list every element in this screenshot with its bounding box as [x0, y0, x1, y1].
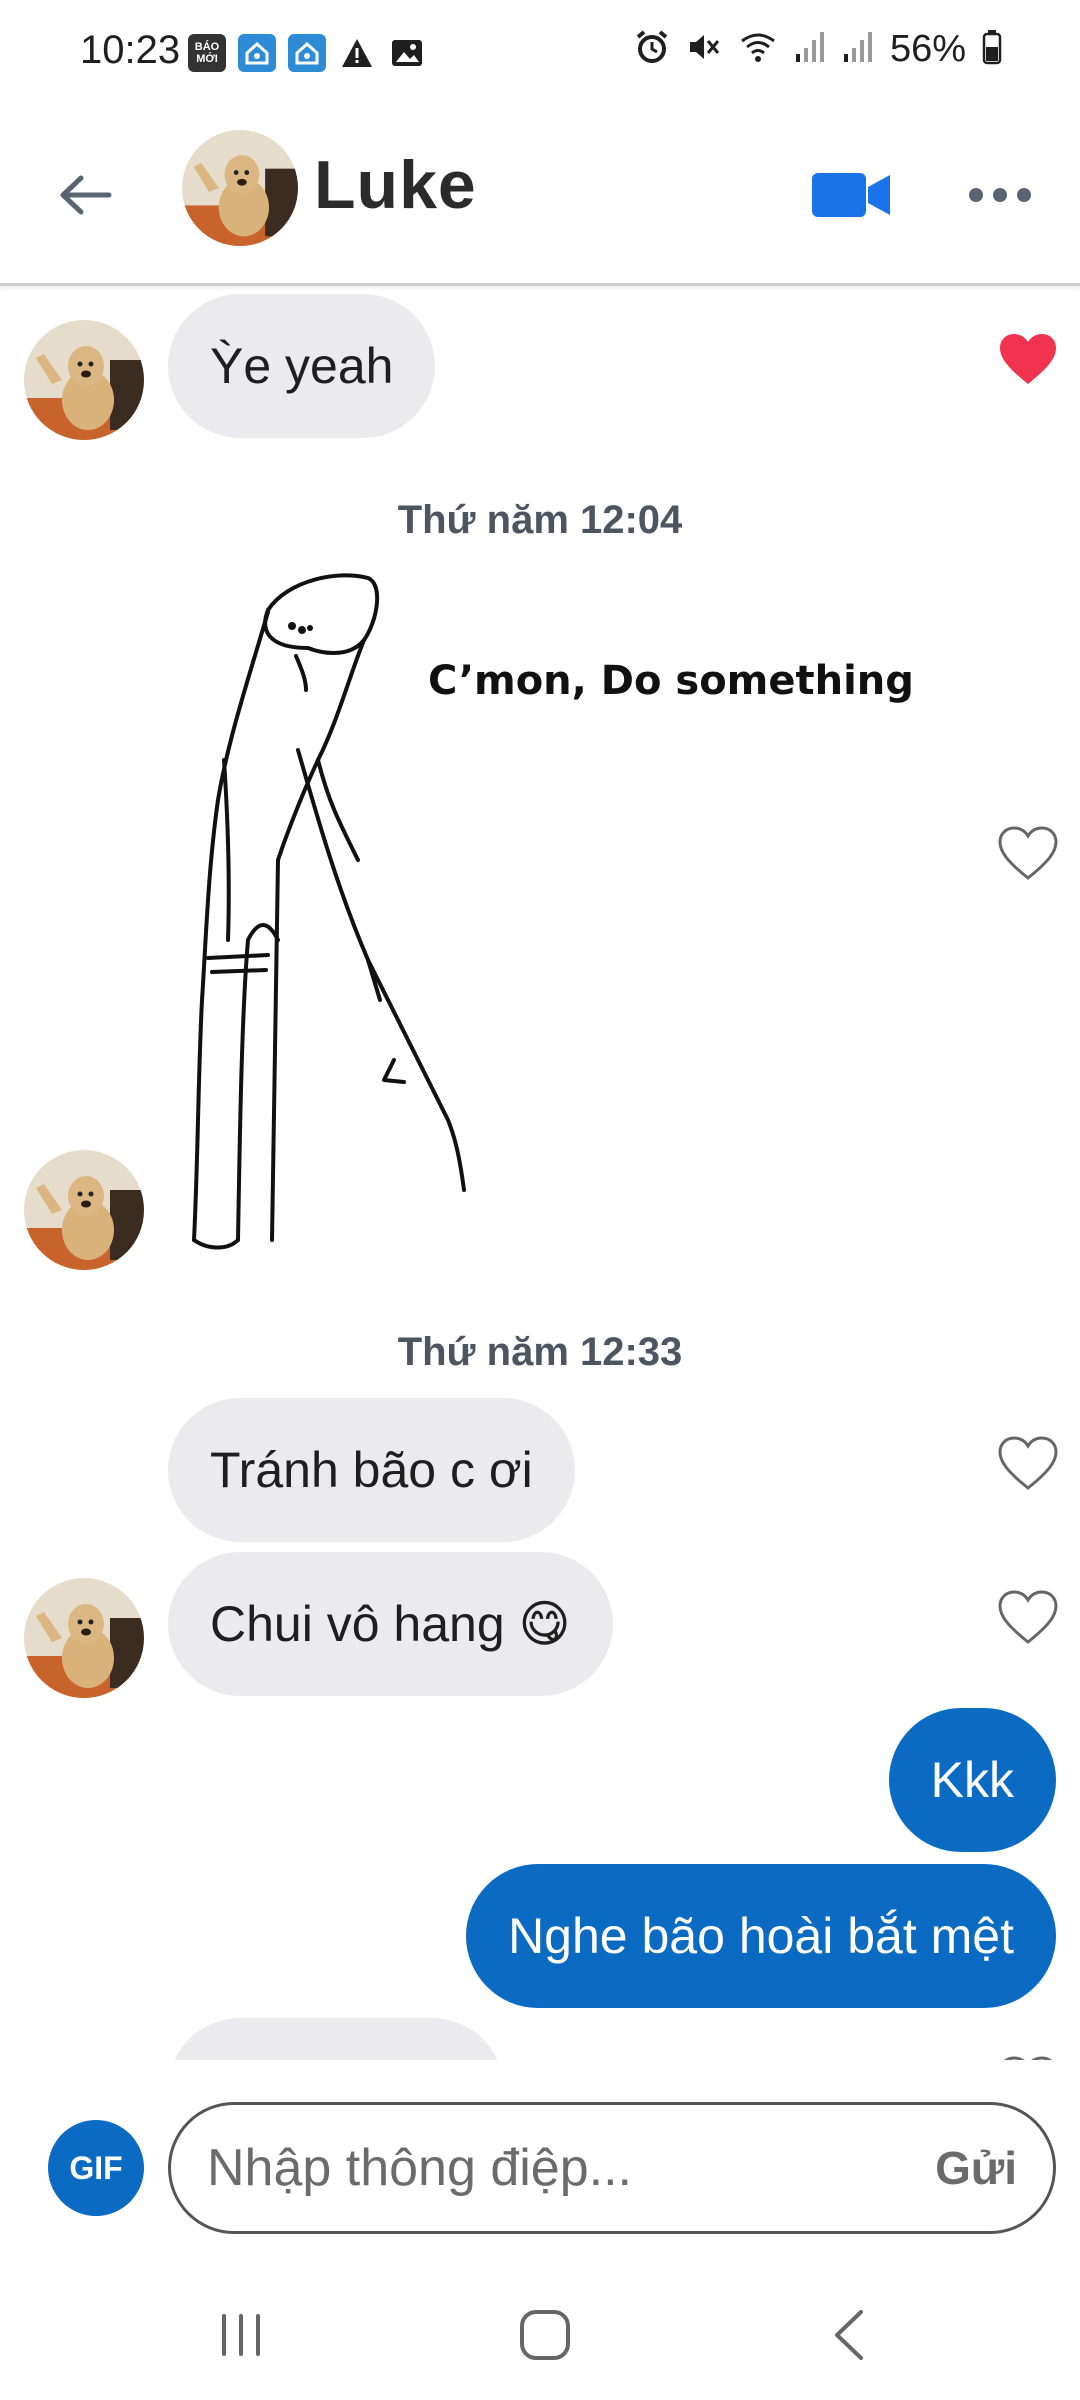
incoming-message[interactable]: Tránh bão c ơi — [168, 1398, 575, 1542]
home-button[interactable] — [500, 2300, 590, 2370]
gif-button[interactable]: GIF — [48, 2120, 144, 2216]
arrow-left-icon — [60, 175, 112, 215]
sender-avatar[interactable] — [24, 1578, 144, 1698]
sender-avatar[interactable] — [24, 1150, 144, 1270]
signal-icon — [794, 30, 826, 69]
incoming-message[interactable]: Ỳe yeah — [168, 294, 436, 438]
more-dots-icon — [969, 188, 1031, 202]
video-camera-icon — [812, 173, 890, 217]
heart-outline-icon[interactable] — [998, 1436, 1058, 1492]
more-options-button[interactable] — [960, 160, 1040, 230]
back-nav-button[interactable] — [804, 2300, 894, 2370]
dog-avatar-image — [24, 320, 144, 440]
recent-apps-icon — [222, 2314, 260, 2356]
dog-avatar-image — [24, 1150, 144, 1270]
battery-icon — [982, 29, 1002, 70]
meme-caption: C’mon, Do something — [428, 658, 914, 704]
notification-icons: BÁO MỚI — [188, 34, 426, 72]
system-icons: 56% — [634, 28, 1002, 71]
incoming-message[interactable]: Chui vô hang 😋 — [168, 1552, 613, 1696]
heart-outline-icon[interactable] — [998, 1590, 1058, 1646]
dog-avatar-image — [24, 1578, 144, 1698]
warning-icon — [338, 34, 376, 72]
timestamp: Thứ năm 12:33 — [397, 1330, 683, 1374]
recent-apps-button[interactable] — [196, 2300, 286, 2370]
bao-moi-icon: BÁO MỚI — [188, 34, 226, 72]
chevron-left-icon — [835, 2310, 863, 2360]
timestamp: Thứ năm 12:04 — [397, 498, 683, 542]
outgoing-message[interactable]: Nghe bão hoài bắt mệt — [466, 1864, 1056, 2008]
message-composer: GIF Gửi — [0, 2060, 1080, 2260]
message-input[interactable] — [207, 2138, 936, 2198]
contact-name[interactable]: Luke — [314, 146, 477, 224]
battery-percent: 56% — [889, 28, 966, 70]
back-button[interactable] — [50, 160, 120, 230]
outgoing-message[interactable]: Kkk — [888, 1708, 1056, 1852]
message-input-box[interactable]: Gửi — [168, 2102, 1056, 2234]
video-call-button[interactable] — [806, 160, 896, 230]
home-icon — [520, 2310, 570, 2360]
status-bar: 10:23 BÁO MỚI 56% — [0, 0, 1080, 110]
heart-filled-icon[interactable] — [998, 332, 1058, 388]
alarm-icon — [634, 29, 670, 70]
sender-avatar[interactable] — [24, 320, 144, 440]
message-list[interactable]: Ỳe yeah Thứ năm 12:04 C’mon, Do somethin… — [0, 288, 1080, 2060]
signal-icon — [842, 30, 874, 69]
system-navigation-bar — [0, 2260, 1080, 2400]
contact-avatar[interactable] — [182, 130, 298, 246]
status-time: 10:23 — [80, 28, 181, 72]
gallery-icon — [388, 34, 426, 72]
image-message[interactable]: C’mon, Do something — [168, 560, 914, 1260]
send-button[interactable]: Gửi — [935, 2141, 1017, 2195]
incoming-message-partial[interactable] — [168, 2018, 504, 2060]
mute-icon — [686, 29, 722, 70]
home-app-icon — [238, 34, 276, 72]
chat-header: Luke — [0, 110, 1080, 286]
dog-avatar-image — [182, 130, 298, 246]
wifi-icon — [738, 29, 778, 70]
heart-outline-icon[interactable] — [998, 826, 1058, 882]
home-app-icon — [288, 34, 326, 72]
